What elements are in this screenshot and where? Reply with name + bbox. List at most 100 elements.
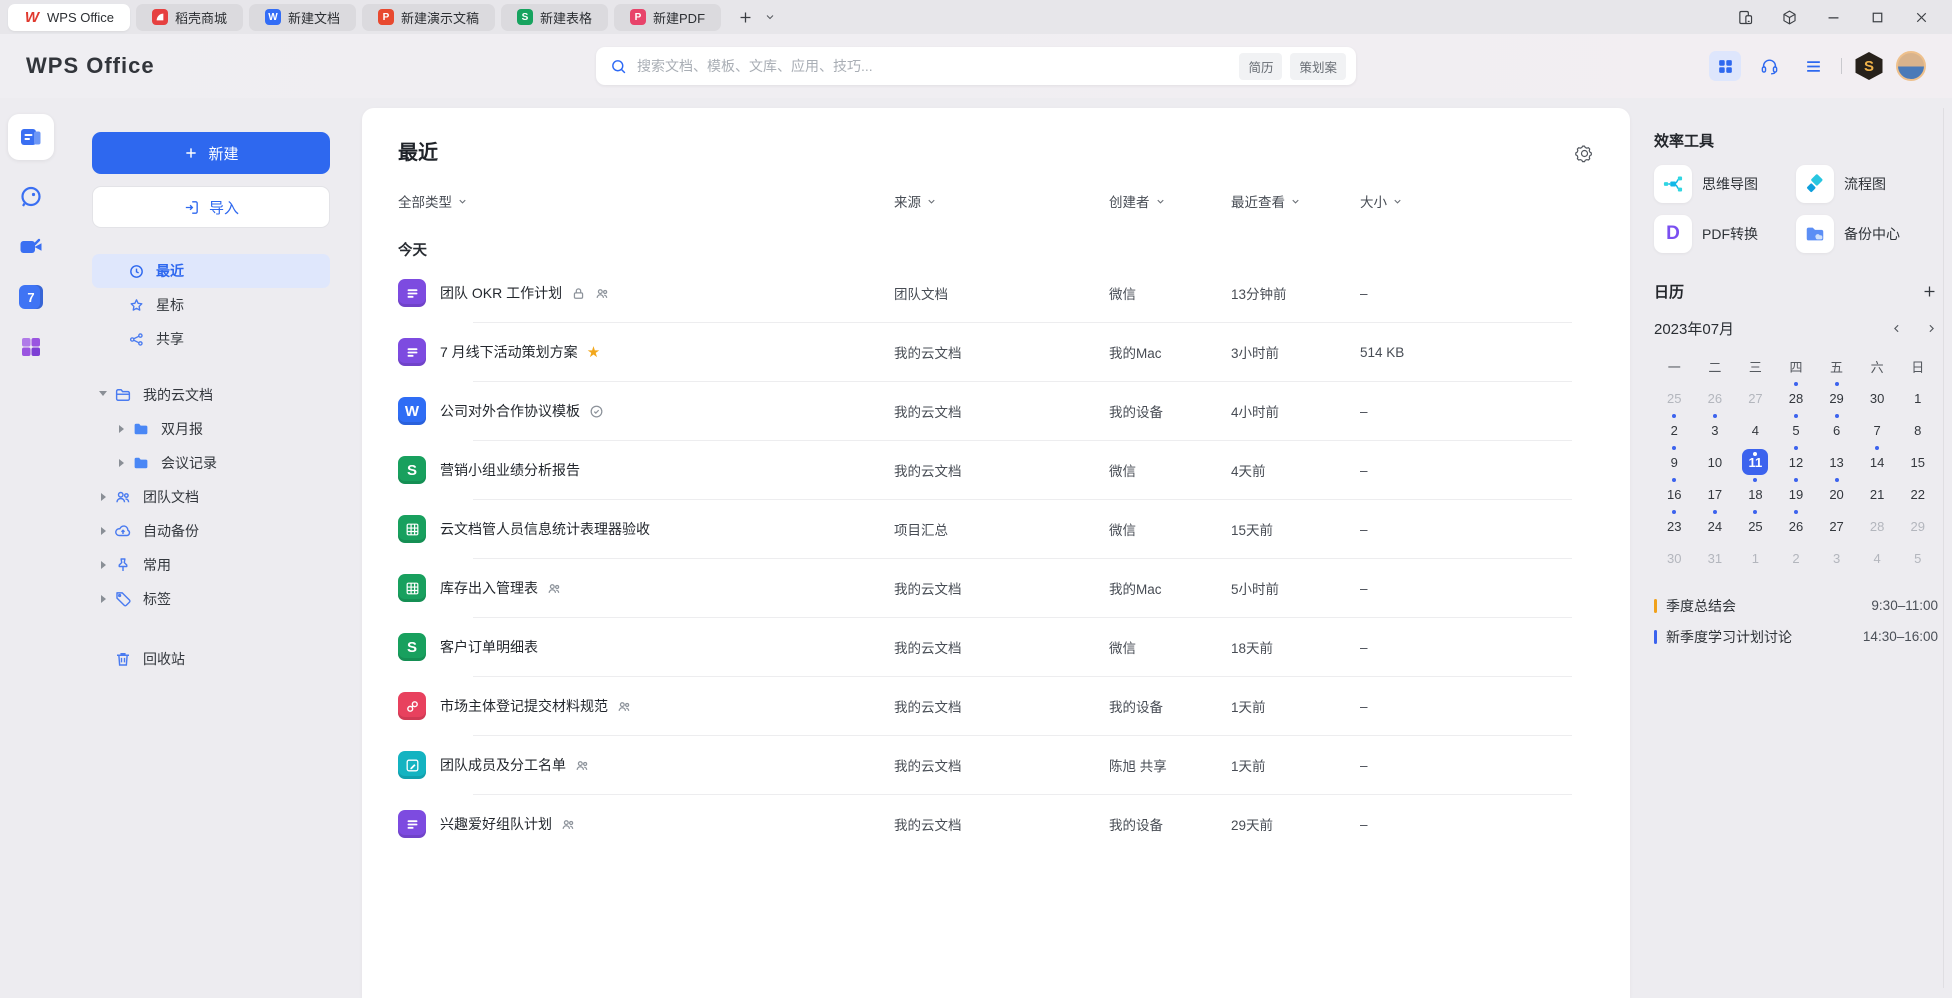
calendar-day[interactable]: 4 bbox=[1857, 542, 1898, 574]
calendar-day[interactable]: 27 bbox=[1816, 510, 1857, 542]
tab-wps[interactable]: WWPS Office bbox=[8, 4, 130, 31]
new-document-button[interactable]: 新建 bbox=[92, 132, 330, 174]
calendar-event[interactable]: 季度总结会9:30–11:00 bbox=[1654, 590, 1938, 621]
file-row[interactable]: 库存出入管理表我的云文档我的Mac5小时前– bbox=[398, 559, 1594, 617]
triangle-right-icon[interactable] bbox=[110, 425, 132, 433]
calendar-day[interactable]: 30 bbox=[1857, 382, 1898, 414]
calendar-day[interactable]: 25 bbox=[1735, 510, 1776, 542]
filter-1[interactable]: 来源 bbox=[894, 191, 1109, 211]
calendar-event[interactable]: 新季度学习计划讨论14:30–16:00 bbox=[1654, 621, 1938, 652]
tab-writer[interactable]: W新建文档 bbox=[249, 4, 356, 31]
tab-docer[interactable]: 稻壳商城 bbox=[136, 4, 243, 31]
tool-pdf-convert[interactable]: DPDF转换 bbox=[1654, 215, 1796, 253]
calendar-day[interactable]: 16 bbox=[1654, 478, 1695, 510]
calendar-day[interactable]: 1 bbox=[1735, 542, 1776, 574]
device-button[interactable] bbox=[1728, 3, 1762, 31]
file-row[interactable]: 市场主体登记提交材料规范我的云文档我的设备1天前– bbox=[398, 677, 1594, 735]
file-row[interactable]: 团队 OKR 工作计划团队文档微信13分钟前– bbox=[398, 264, 1594, 322]
tool-flowchart[interactable]: 流程图 bbox=[1796, 165, 1938, 203]
calendar-day[interactable]: 31 bbox=[1695, 542, 1736, 574]
import-button[interactable]: 导入 bbox=[92, 186, 330, 228]
filter-2[interactable]: 创建者 bbox=[1109, 191, 1231, 211]
sidebar-item-trash[interactable]: 回收站 bbox=[92, 642, 330, 676]
tab-list-chevron-down-icon[interactable] bbox=[764, 11, 776, 23]
menu-button[interactable] bbox=[1797, 51, 1829, 81]
calendar-day[interactable]: 28 bbox=[1857, 510, 1898, 542]
maximize-button[interactable] bbox=[1860, 3, 1894, 31]
support-headset-button[interactable] bbox=[1753, 51, 1785, 81]
calendar-day[interactable]: 29 bbox=[1816, 382, 1857, 414]
calendar-day[interactable]: 10 bbox=[1695, 446, 1736, 478]
sidebar-item-clock[interactable]: 最近 bbox=[92, 254, 330, 288]
calendar-day[interactable]: 24 bbox=[1695, 510, 1736, 542]
calendar-day[interactable]: 3 bbox=[1816, 542, 1857, 574]
search-tag[interactable]: 策划案 bbox=[1290, 53, 1346, 80]
sidebar-item-folder-filled[interactable]: 双月报 bbox=[92, 412, 330, 446]
calendar-day[interactable]: 22 bbox=[1897, 478, 1938, 510]
calendar-day[interactable]: 11 bbox=[1735, 446, 1776, 478]
file-row[interactable]: S客户订单明细表我的云文档微信18天前– bbox=[398, 618, 1594, 676]
rail-item-meeting[interactable] bbox=[18, 234, 44, 260]
calendar-day[interactable]: 26 bbox=[1776, 510, 1817, 542]
calendar-day[interactable]: 19 bbox=[1776, 478, 1817, 510]
minimize-button[interactable] bbox=[1816, 3, 1850, 31]
calendar-add-event-icon[interactable] bbox=[1921, 283, 1938, 300]
search-tag[interactable]: 简历 bbox=[1239, 53, 1282, 80]
calendar-day[interactable]: 6 bbox=[1816, 414, 1857, 446]
calendar-next-month-chevron-right-icon[interactable] bbox=[1925, 322, 1938, 335]
rail-item-apps[interactable] bbox=[18, 334, 44, 360]
calendar-day[interactable]: 13 bbox=[1816, 446, 1857, 478]
calendar-day[interactable]: 14 bbox=[1857, 446, 1898, 478]
rail-item-calendar[interactable]: 7 bbox=[18, 284, 44, 310]
global-search[interactable]: 简历策划案 bbox=[596, 47, 1356, 85]
calendar-day[interactable]: 23 bbox=[1654, 510, 1695, 542]
calendar-day[interactable]: 25 bbox=[1654, 382, 1695, 414]
file-row[interactable]: W公司对外合作协议模板我的云文档我的设备4小时前– bbox=[398, 382, 1594, 440]
list-settings-gear-icon[interactable] bbox=[1575, 144, 1594, 163]
calendar-day[interactable]: 28 bbox=[1776, 382, 1817, 414]
triangle-right-icon[interactable] bbox=[92, 527, 114, 535]
calendar-day[interactable]: 2 bbox=[1776, 542, 1817, 574]
rail-item-documents[interactable] bbox=[8, 114, 54, 160]
file-row[interactable]: 7 月线下活动策划方案★我的云文档我的Mac3小时前514 KB bbox=[398, 323, 1594, 381]
tab-presentation[interactable]: P新建演示文稿 bbox=[362, 4, 495, 31]
sidebar-item-folder-open[interactable]: 我的云文档 bbox=[92, 378, 330, 412]
calendar-day[interactable]: 17 bbox=[1695, 478, 1736, 510]
file-row[interactable]: 团队成员及分工名单我的云文档陈旭 共享1天前– bbox=[398, 736, 1594, 794]
tool-mindmap[interactable]: 思维导图 bbox=[1654, 165, 1796, 203]
tool-backup[interactable]: 备份中心 bbox=[1796, 215, 1938, 253]
sidebar-item-share[interactable]: 共享 bbox=[92, 322, 330, 356]
calendar-day[interactable]: 3 bbox=[1695, 414, 1736, 446]
triangle-right-icon[interactable] bbox=[92, 561, 114, 569]
search-input[interactable] bbox=[637, 58, 1231, 74]
new-tab-button[interactable] bbox=[737, 9, 754, 26]
calendar-day[interactable]: 2 bbox=[1654, 414, 1695, 446]
file-row[interactable]: 云文档管人员信息统计表理器验收项目汇总微信15天前– bbox=[398, 500, 1594, 558]
sidebar-item-team[interactable]: 团队文档 bbox=[92, 480, 330, 514]
sidebar-item-star[interactable]: 星标 bbox=[92, 288, 330, 322]
calendar-day[interactable]: 18 bbox=[1735, 478, 1776, 510]
triangle-right-icon[interactable] bbox=[92, 493, 114, 501]
sidebar-item-pin[interactable]: 常用 bbox=[92, 548, 330, 582]
calendar-day[interactable]: 5 bbox=[1897, 542, 1938, 574]
calendar-day[interactable]: 9 bbox=[1654, 446, 1695, 478]
tab-spreadsheet[interactable]: S新建表格 bbox=[501, 4, 608, 31]
calendar-day[interactable]: 20 bbox=[1816, 478, 1857, 510]
cube-button[interactable] bbox=[1772, 3, 1806, 31]
calendar-day[interactable]: 26 bbox=[1695, 382, 1736, 414]
membership-badge[interactable]: S bbox=[1854, 52, 1884, 80]
calendar-day[interactable]: 29 bbox=[1897, 510, 1938, 542]
calendar-day[interactable]: 8 bbox=[1897, 414, 1938, 446]
rail-item-chat[interactable] bbox=[18, 184, 44, 210]
calendar-prev-month-chevron-left-icon[interactable] bbox=[1890, 322, 1903, 335]
tab-pdf[interactable]: P新建PDF bbox=[614, 4, 721, 31]
calendar-day[interactable]: 21 bbox=[1857, 478, 1898, 510]
calendar-day[interactable]: 30 bbox=[1654, 542, 1695, 574]
calendar-day[interactable]: 1 bbox=[1897, 382, 1938, 414]
filter-3[interactable]: 最近查看 bbox=[1231, 191, 1360, 211]
close-button[interactable] bbox=[1904, 3, 1938, 31]
calendar-day[interactable]: 15 bbox=[1897, 446, 1938, 478]
calendar-day[interactable]: 4 bbox=[1735, 414, 1776, 446]
sidebar-item-cloud-backup[interactable]: 自动备份 bbox=[92, 514, 330, 548]
file-row[interactable]: 兴趣爱好组队计划我的云文档我的设备29天前– bbox=[398, 795, 1594, 853]
